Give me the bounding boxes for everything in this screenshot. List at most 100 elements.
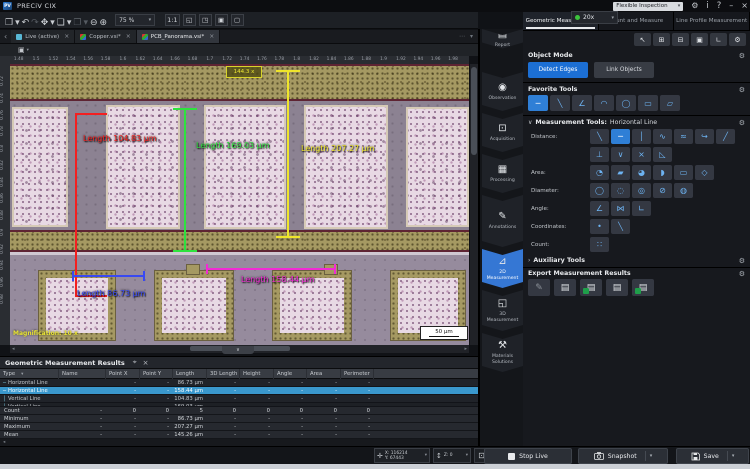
detect-edges-button[interactable]: Detect Edges bbox=[528, 62, 588, 78]
measurement-red-vertical[interactable]: Length 104.83 μm bbox=[75, 113, 77, 297]
diameter-tool-circle-dashed[interactable]: ◌ bbox=[611, 183, 630, 198]
settings-gear-icon[interactable]: ⚙ bbox=[691, 0, 698, 12]
rail-item-observation[interactable]: ◉ Observation bbox=[482, 72, 523, 111]
inspection-preset-dropdown[interactable]: Flexible Inspection ▾ bbox=[613, 2, 683, 11]
panel-tool-button-save-object[interactable]: ▣ bbox=[691, 33, 708, 46]
panel-tool-button-object-settings[interactable]: ⚙ bbox=[729, 33, 746, 46]
count-tool-count-points[interactable]: ∷ bbox=[590, 237, 609, 252]
measurement-blue-horizontal[interactable]: Length 86.73 μm bbox=[72, 275, 145, 277]
coordinate-tool-point-coordinate[interactable]: • bbox=[590, 219, 609, 234]
section-measurement-tools[interactable]: ∨ Measurement Tools: Horizontal Line bbox=[528, 119, 657, 126]
toolbar-button-zoom-in[interactable]: ⊕ bbox=[99, 18, 109, 28]
distance-tool-point-to-line[interactable]: ⊥ bbox=[590, 147, 609, 162]
distance-tool-vertical-line[interactable]: │ bbox=[632, 129, 651, 144]
area-tool-closed-curve[interactable]: ◗ bbox=[653, 165, 672, 180]
doc-tab-live[interactable]: Live (active) × bbox=[11, 30, 75, 43]
table-row-horizontal-line-2[interactable]: ─Horizontal Line - - 158.44 μm - - - - - bbox=[0, 387, 478, 395]
close-tab-icon[interactable]: × bbox=[126, 33, 131, 40]
column-header[interactable]: Perimeter bbox=[341, 369, 374, 379]
layers-icon[interactable]: ▣ bbox=[18, 46, 25, 54]
distance-tool-parallel-lines[interactable]: ↪ bbox=[695, 129, 714, 144]
rail-item-acquisition[interactable]: ⊡ Acquisition bbox=[482, 113, 523, 152]
area-tool-polygon-area[interactable]: ▰ bbox=[611, 165, 630, 180]
rail-item-processing[interactable]: ▦ Processing bbox=[482, 154, 523, 193]
panel-tool-button-select-object[interactable]: ↖ bbox=[634, 33, 651, 46]
rail-item-2d-measurement[interactable]: ⊿ 2D Measurement bbox=[482, 249, 523, 288]
scroll-right-icon[interactable]: ▸ bbox=[464, 345, 467, 353]
rail-item-report[interactable]: ▤ Report bbox=[482, 29, 523, 49]
column-header[interactable]: Point Y bbox=[140, 369, 173, 379]
column-header-type[interactable]: Type▾ bbox=[0, 369, 59, 379]
rail-item-3d-measurement[interactable]: ◱ 3D Measurement bbox=[482, 290, 523, 331]
toolbar-button-copy[interactable]: ❏ bbox=[56, 18, 66, 28]
coordinate-tool-line-coordinate[interactable]: ╲ bbox=[611, 219, 630, 234]
toolbar-button-open-caret[interactable]: ▾ bbox=[14, 18, 21, 28]
column-header[interactable]: Point X bbox=[106, 369, 140, 379]
column-header[interactable]: Angle bbox=[274, 369, 307, 379]
column-header[interactable]: Height bbox=[240, 369, 274, 379]
view-mode-button-fit-screen[interactable]: ◱ bbox=[183, 14, 196, 26]
link-objects-button[interactable]: Link Objects bbox=[594, 62, 654, 78]
minimize-icon[interactable]: – bbox=[729, 0, 733, 12]
panel-tool-button-draw-line[interactable]: ∟ bbox=[710, 33, 727, 46]
diameter-tool-concentric-circles[interactable]: ◎ bbox=[632, 183, 651, 198]
settings-gear-icon[interactable]: ⚙ bbox=[739, 270, 745, 278]
distance-tool-line-pair[interactable]: ∨ bbox=[611, 147, 630, 162]
close-tab-icon[interactable]: × bbox=[64, 33, 69, 40]
export-button-csv-file[interactable]: ▤ bbox=[554, 279, 576, 296]
rail-item-annotations[interactable]: ✎ Annotations bbox=[482, 195, 523, 247]
favorite-tool-arc[interactable]: ◠ bbox=[594, 95, 614, 111]
diameter-tool-circle-arrow[interactable]: ◍ bbox=[674, 183, 693, 198]
favorite-tool-rectangle[interactable]: ▭ bbox=[638, 95, 658, 111]
pin-panel-icon[interactable]: ⌖ bbox=[133, 358, 137, 367]
settings-gear-icon[interactable]: ⚙ bbox=[739, 257, 745, 265]
toolbar-button-redo[interactable]: ↷ bbox=[30, 18, 40, 28]
column-header[interactable]: Area bbox=[307, 369, 341, 379]
view-mode-button-actual-size[interactable]: 1:1 bbox=[165, 14, 179, 26]
favorite-tool-line[interactable]: ╲ bbox=[550, 95, 570, 111]
distance-tool-freehand-line[interactable]: ∿ bbox=[653, 129, 672, 144]
stage-z-readout[interactable]: ↕ Z: 0 ▾ bbox=[433, 448, 471, 463]
close-tab-icon[interactable]: × bbox=[209, 33, 214, 40]
vertical-scrollbar[interactable] bbox=[469, 64, 478, 345]
view-mode-button-navigator[interactable]: ▢ bbox=[231, 14, 244, 26]
save-button[interactable]: Save ▾ bbox=[676, 448, 749, 464]
settings-gear-icon[interactable]: ⚙ bbox=[739, 86, 745, 94]
angle-tool-angle-4point[interactable]: ⋈ bbox=[611, 201, 630, 216]
panel-tool-button-paste-object[interactable]: ⊟ bbox=[672, 33, 689, 46]
rail-item-materials-solutions[interactable]: ⚒ Materials Solutions bbox=[482, 333, 523, 372]
close-panel-icon[interactable]: × bbox=[143, 359, 149, 367]
distance-tool-caliper[interactable]: ╱ bbox=[716, 129, 735, 144]
diameter-tool-circle-slash[interactable]: ⊘ bbox=[653, 183, 672, 198]
doc-tab-pcb[interactable]: PCB_Panorama.vsi* × bbox=[137, 30, 221, 43]
toolbar-button-undo[interactable]: ↶ bbox=[21, 18, 31, 28]
distance-tool-triangle-distance[interactable]: ◺ bbox=[653, 147, 672, 162]
snapshot-button[interactable]: Snapshot ▾ bbox=[578, 448, 668, 464]
area-tool-rotated-rectangle[interactable]: ◇ bbox=[695, 165, 714, 180]
stop-live-button[interactable]: Stop Live bbox=[484, 448, 572, 464]
export-button-report-file[interactable]: ▤ bbox=[606, 279, 628, 296]
chevron-down-icon[interactable]: ▾ bbox=[470, 33, 473, 40]
column-header[interactable]: 3D Length bbox=[207, 369, 240, 379]
column-header[interactable]: Length bbox=[173, 369, 207, 379]
zoom-level-select[interactable]: 75 % ▾ bbox=[115, 14, 155, 26]
angle-tool-perpendicular-angle[interactable]: ∟ bbox=[632, 201, 651, 216]
area-tool-rectangle-area[interactable]: ▭ bbox=[674, 165, 693, 180]
tab-overflow-icon[interactable]: ⋯ bbox=[459, 33, 465, 40]
image-canvas[interactable]: 144.3 x Magnification: 10 x 50 μm Length… bbox=[10, 64, 469, 345]
area-tool-arc-area[interactable]: ◔ bbox=[590, 165, 609, 180]
settings-gear-icon[interactable]: ⚙ bbox=[739, 119, 745, 127]
favorite-tool-horizontal-line[interactable]: ─ bbox=[528, 95, 548, 111]
favorite-tool-circle[interactable]: ◯ bbox=[616, 95, 636, 111]
stage-xy-readout[interactable]: ✛ X: 116214 Y: 67443 ▾ bbox=[374, 448, 430, 463]
angle-tool-angle-3point[interactable]: ∠ bbox=[590, 201, 609, 216]
measurement-yellow-vertical[interactable]: Length 207.27 μm bbox=[287, 70, 289, 238]
distance-tool-line[interactable]: ╲ bbox=[590, 129, 609, 144]
tab-scroll-left-icon[interactable]: ‹ bbox=[0, 30, 11, 43]
distance-tool-cross-distance[interactable]: × bbox=[632, 147, 651, 162]
objective-selector[interactable]: 20x ▾ bbox=[571, 11, 618, 24]
panel-tool-button-copy-object[interactable]: ⊞ bbox=[653, 33, 670, 46]
section-auxiliary-tools[interactable]: › Auxiliary Tools bbox=[528, 257, 585, 264]
toolbar-button-open[interactable]: ❒ bbox=[4, 18, 14, 28]
export-button-excel-file[interactable]: ▤ bbox=[580, 279, 602, 296]
